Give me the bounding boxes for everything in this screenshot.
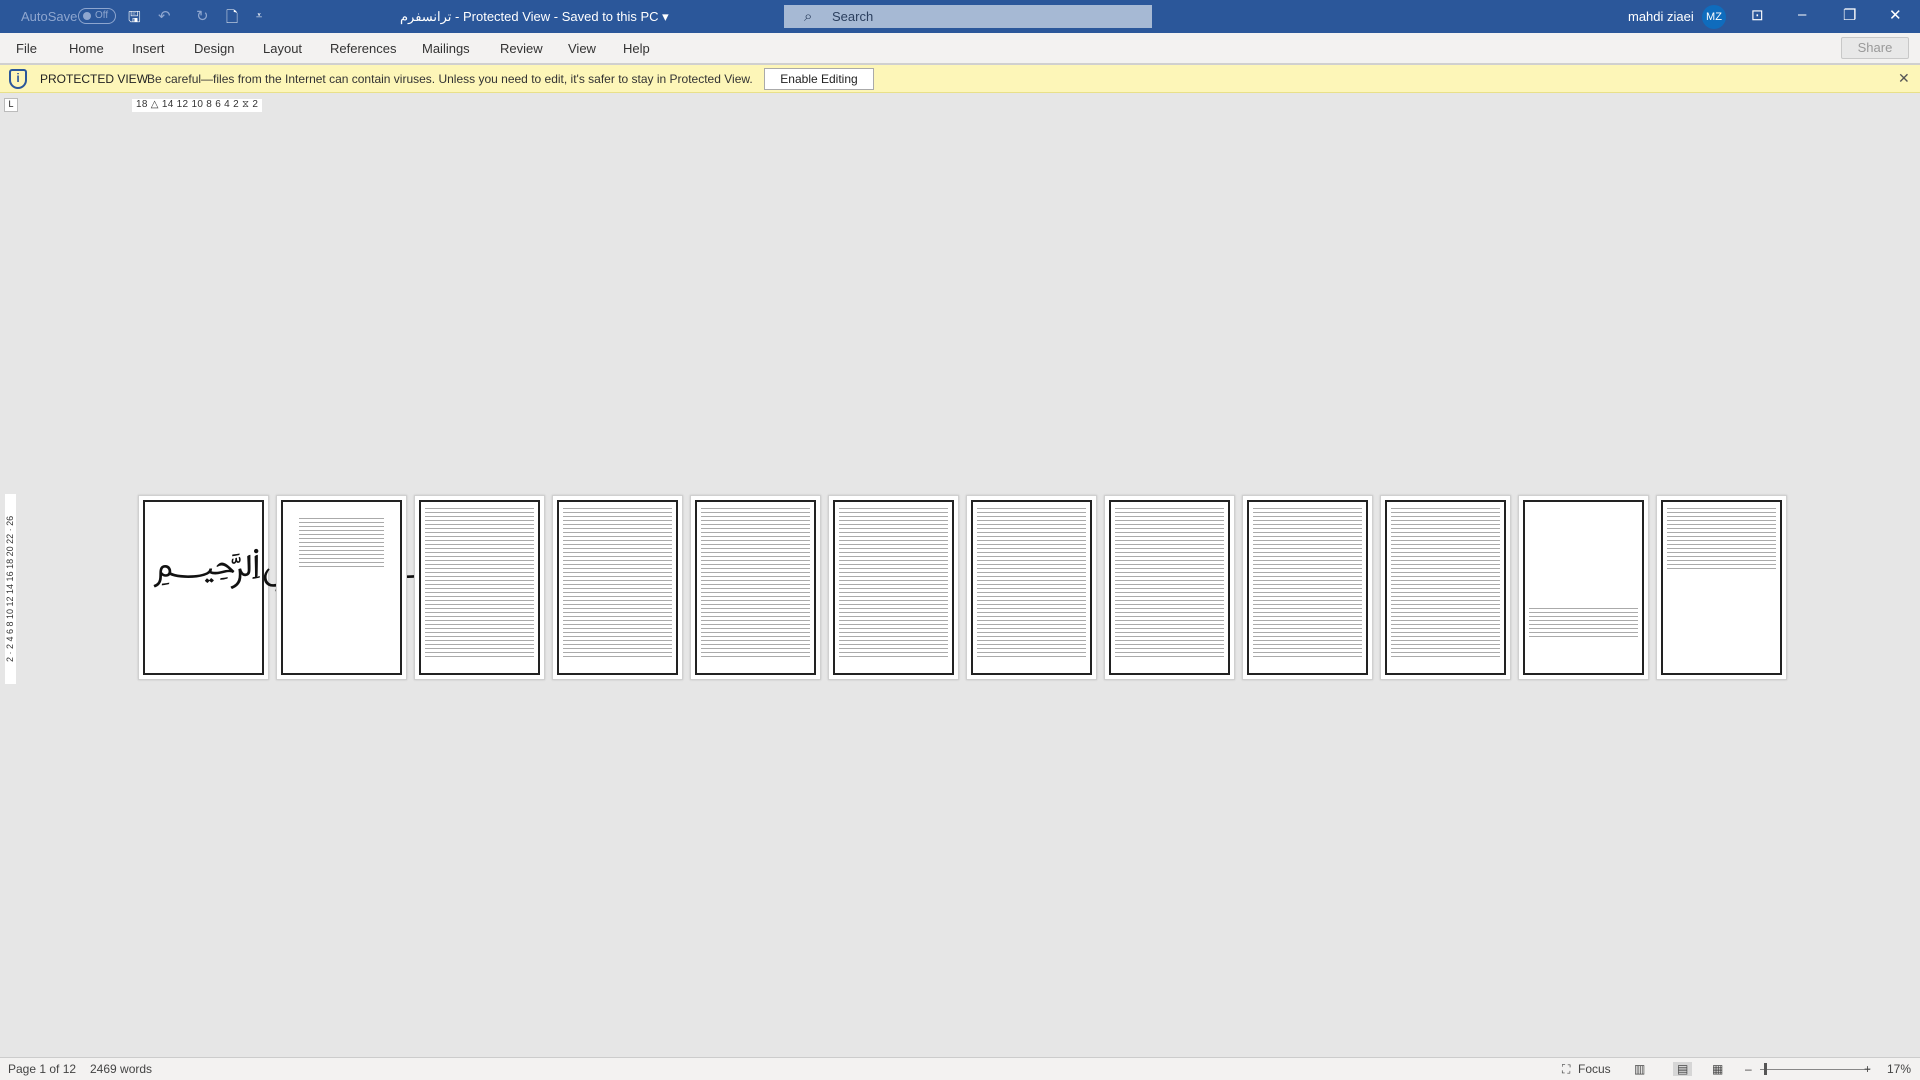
tab-layout[interactable]: Layout [263,41,302,56]
title-bar: AutoSave Off 🖫 ↶ ↻ 🗋 ⩡ ترانسفرم - Protec… [0,0,1920,33]
user-name[interactable]: mahdi ziaei [1628,9,1694,24]
page-thumbnail[interactable] [1242,495,1373,680]
zoom-out-button[interactable]: – [1745,1062,1752,1076]
close-bar-icon[interactable]: ✕ [1898,70,1910,87]
page-thumbnail[interactable] [552,495,683,680]
minimize-icon[interactable]: – [1798,6,1806,23]
share-button[interactable]: Share [1841,37,1909,59]
page-thumbnail[interactable] [966,495,1097,680]
tab-design[interactable]: Design [194,41,234,56]
page-text [1529,606,1638,639]
avatar[interactable]: MZ [1702,5,1726,29]
tab-review[interactable]: Review [500,41,543,56]
page-text [563,506,672,659]
page-text [1253,506,1362,659]
ribbon-display-options-icon[interactable]: ⊡ [1751,6,1764,24]
enable-editing-button[interactable]: Enable Editing [764,68,874,90]
page-text [839,506,948,659]
ribbon-tabs: File Home Insert Design Layout Reference… [0,33,1920,65]
horizontal-ruler[interactable]: 18 △ 14 12 10 8 6 4 2 ⧖ 2 [132,99,263,112]
page-thumbnail[interactable] [828,495,959,680]
zoom-slider-thumb[interactable] [1763,1063,1767,1075]
protected-view-label: PROTECTED VIEW [40,72,149,86]
new-document-icon[interactable]: 🗋 [226,7,238,32]
read-mode-icon[interactable]: ▥ [1634,1062,1645,1076]
search-box[interactable]: ⌕ Search [784,5,1152,28]
page-thumbnail[interactable] [1656,495,1787,680]
focus-button[interactable]: Focus [1578,1062,1611,1076]
focus-icon[interactable]: ⛶ [1562,1062,1570,1077]
search-icon: ⌕ [804,8,813,25]
document-title[interactable]: ترانسفرم - Protected View - Saved to thi… [400,9,669,25]
zoom-in-button[interactable]: + [1864,1062,1871,1076]
tab-file[interactable]: File [16,41,37,56]
tab-selector[interactable]: L [4,98,18,112]
page-text [1115,506,1224,659]
page-text [977,506,1086,659]
tab-insert[interactable]: Insert [132,41,165,56]
autosave-label: AutoSave [21,9,78,24]
vertical-ruler[interactable]: 2 · 2 4 6 8 10 12 14 16 18 20 22 · 26 [5,494,16,684]
tab-home[interactable]: Home [69,41,104,56]
page-count[interactable]: Page 1 of 12 [8,1062,76,1076]
save-icon[interactable]: 🖫 [128,7,141,32]
print-layout-icon[interactable]: ▤ [1673,1062,1693,1076]
redo-icon[interactable]: ↻ [196,7,209,25]
close-icon[interactable]: ✕ [1889,6,1902,24]
page-text [1667,506,1776,569]
web-layout-icon[interactable]: ▦ [1712,1062,1723,1076]
protected-view-message: Be careful—files from the Internet can c… [147,72,753,86]
page-thumbnail[interactable] [1518,495,1649,680]
undo-icon[interactable]: ↶ [158,7,171,25]
protected-view-bar: i PROTECTED VIEW Be careful—files from t… [0,65,1920,93]
autosave-toggle[interactable]: Off [78,8,116,24]
restore-icon[interactable]: ❐ [1843,6,1856,24]
page-thumbnail[interactable] [414,495,545,680]
page-text [425,506,534,659]
shield-info-icon: i [9,69,27,89]
page-border [1523,500,1644,675]
word-count[interactable]: 2469 words [90,1062,152,1076]
tab-help[interactable]: Help [623,41,650,56]
page-text [1391,506,1500,659]
search-placeholder: Search [832,9,874,24]
status-bar: Page 1 of 12 2469 words ⛶ Focus ▥ ▤ ▦ – … [0,1057,1920,1080]
page-thumbnail[interactable] [1104,495,1235,680]
zoom-level[interactable]: 17% [1887,1062,1911,1076]
zoom-slider[interactable] [1760,1069,1870,1070]
page-thumbnail[interactable] [276,495,407,680]
page-thumbnail[interactable]: ﷽ [138,495,460,680]
page-text [701,506,810,659]
tab-mailings[interactable]: Mailings [422,41,470,56]
page-text [299,516,384,569]
page-thumbnail[interactable] [690,495,821,680]
page-thumbnail[interactable] [1380,495,1511,680]
customize-quick-access-icon[interactable]: ⩡ [256,10,262,23]
tab-view[interactable]: View [568,41,596,56]
tab-references[interactable]: References [330,41,396,56]
